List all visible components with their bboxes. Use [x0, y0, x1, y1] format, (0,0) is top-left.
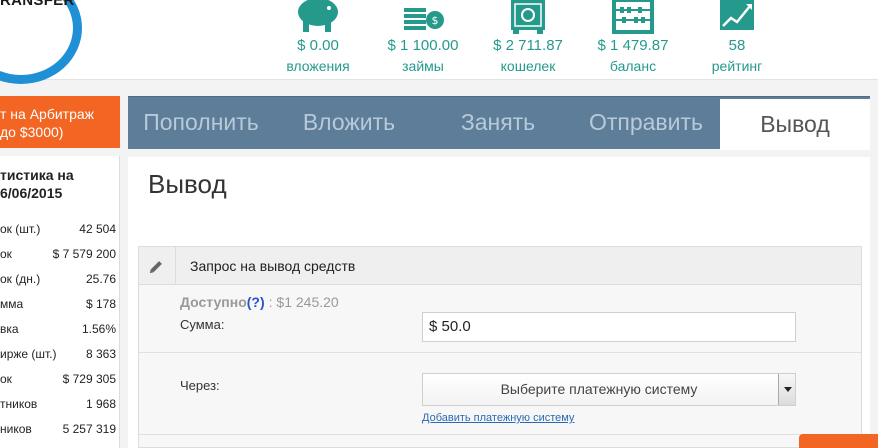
stat-investments[interactable]: $ 0.00 вложения [268, 0, 368, 74]
stat-row-key: ок [0, 372, 12, 386]
stat-value: $ 1 479.87 [597, 37, 669, 54]
statistics-title-line-2: 6/06/2015 [0, 185, 63, 201]
promo-line-2: до $3000) [0, 124, 64, 140]
stat-row-value: $ 178 [85, 297, 116, 311]
stat-row: ок (дн.) 25.76 [0, 272, 116, 290]
page-title: Вывод [148, 169, 227, 199]
logo-text: RANSFER [0, 0, 75, 9]
payment-system-select[interactable]: Выберите платежную систему [422, 373, 796, 406]
available-label: Доступно [180, 294, 247, 310]
form-divider [139, 352, 861, 353]
piggy-bank-icon [298, 0, 338, 32]
withdraw-request-form: Запрос на вывод средств Доступно(?): $1 … [138, 246, 862, 448]
stat-row-key: ников [0, 422, 32, 436]
svg-text:$: $ [432, 14, 439, 27]
tab-send[interactable]: Отправить [572, 97, 720, 150]
tab-borrow[interactable]: Занять [424, 97, 572, 150]
arbitrage-promo-banner[interactable]: т на Арбитраж до $3000) [0, 96, 120, 148]
stat-rating[interactable]: 58 рейтинг [687, 0, 787, 74]
floating-orange-widget[interactable] [799, 434, 878, 448]
main-content: Вывод Запрос на вывод средств Доступно(?… [128, 157, 870, 448]
stat-row-key: ирже (шт.) [0, 347, 57, 361]
amount-label: Сумма: [180, 317, 225, 332]
stat-label: кошелек [500, 58, 556, 74]
stat-row-key: ок (дн.) [0, 272, 41, 286]
tab-withdraw[interactable]: Вывод [720, 97, 870, 150]
payment-system-selected: Выберите платежную систему [500, 381, 698, 397]
stat-row-value: 1 968 [85, 397, 116, 411]
via-label: Через: [180, 378, 220, 393]
stat-row-value: 5 257 319 [62, 422, 116, 436]
statistics-title-line-1: тистика на [0, 167, 74, 183]
stat-row-key: ок (шт.) [0, 222, 41, 236]
add-payment-system-link[interactable]: Добавить платежную систему [422, 412, 574, 424]
safe-icon [511, 0, 545, 34]
stat-wallet[interactable]: $ 2 711.87 кошелек [478, 0, 578, 74]
stat-value: $ 1 100.00 [387, 37, 459, 54]
stat-row: тников 1 968 [0, 397, 116, 415]
abacus-icon [612, 0, 654, 34]
available-help-link[interactable]: (?) [247, 294, 265, 310]
form-divider [139, 434, 861, 435]
stat-row-key: тников [0, 397, 38, 411]
tab-invest[interactable]: Вложить [274, 97, 424, 150]
available-amount: : $1 245.20 [268, 294, 339, 310]
form-header: Запрос на вывод средств [139, 247, 861, 285]
stat-row-value: 1.56% [81, 322, 116, 336]
stat-row-key: мма [0, 297, 24, 311]
stat-row-value: $ 729 305 [62, 372, 116, 386]
stat-value: 58 [728, 37, 746, 54]
form-header-title: Запрос на вывод средств [190, 258, 356, 274]
tab-deposit[interactable]: Пополнить [128, 97, 274, 150]
stat-row: ников 5 257 319 [0, 422, 116, 440]
statistics-title: тистика на 6/06/2015 [0, 156, 119, 202]
stat-row-value: 25.76 [85, 272, 116, 286]
stat-row-value: 8 363 [85, 347, 116, 361]
available-balance: Доступно(?): $1 245.20 [180, 294, 339, 310]
stat-row: вка 1.56% [0, 322, 116, 340]
amount-input[interactable]: $ 50.0 [422, 312, 796, 342]
stat-label: займы [402, 58, 444, 74]
site-logo[interactable]: RANSFER [0, 0, 82, 84]
stat-value: $ 0.00 [297, 37, 339, 54]
promo-line-1: т на Арбитраж [0, 106, 95, 122]
stat-row-value: $ 7 579 200 [52, 247, 116, 261]
stat-row-key: вка [0, 322, 19, 336]
stat-row: ирже (шт.) 8 363 [0, 347, 116, 365]
stat-loans[interactable]: $ $ 1 100.00 займы [373, 0, 473, 74]
growth-chart-icon [720, 0, 754, 30]
stat-row-key: ок [0, 247, 12, 261]
stat-label: баланс [609, 58, 657, 74]
stat-row: мма $ 178 [0, 297, 116, 315]
operations-tabs: Пополнить Вложить Занять Отправить Вывод [128, 96, 870, 150]
stat-balance[interactable]: $ 1 479.87 баланс [583, 0, 683, 74]
coins-stack-icon: $ [404, 8, 444, 30]
chevron-down-icon[interactable] [778, 374, 795, 405]
stat-value: $ 2 711.87 [493, 37, 563, 54]
stat-row: ок $ 729 305 [0, 372, 116, 390]
stat-label: вложения [286, 58, 350, 74]
logo-ring-icon [0, 0, 82, 84]
stat-label: рейтинг [711, 58, 763, 74]
top-header: RANSFER $ 0.00 вложения $ $ 1 100.00 зай… [0, 0, 878, 84]
stat-row: ок (шт.) 42 504 [0, 222, 116, 240]
pencil-icon [139, 247, 176, 284]
stat-row: ок $ 7 579 200 [0, 247, 116, 265]
sidebar-statistics: тистика на 6/06/2015 ок (шт.) 42 504 ок $ … [0, 156, 120, 448]
stat-row-value: 42 504 [79, 222, 116, 236]
